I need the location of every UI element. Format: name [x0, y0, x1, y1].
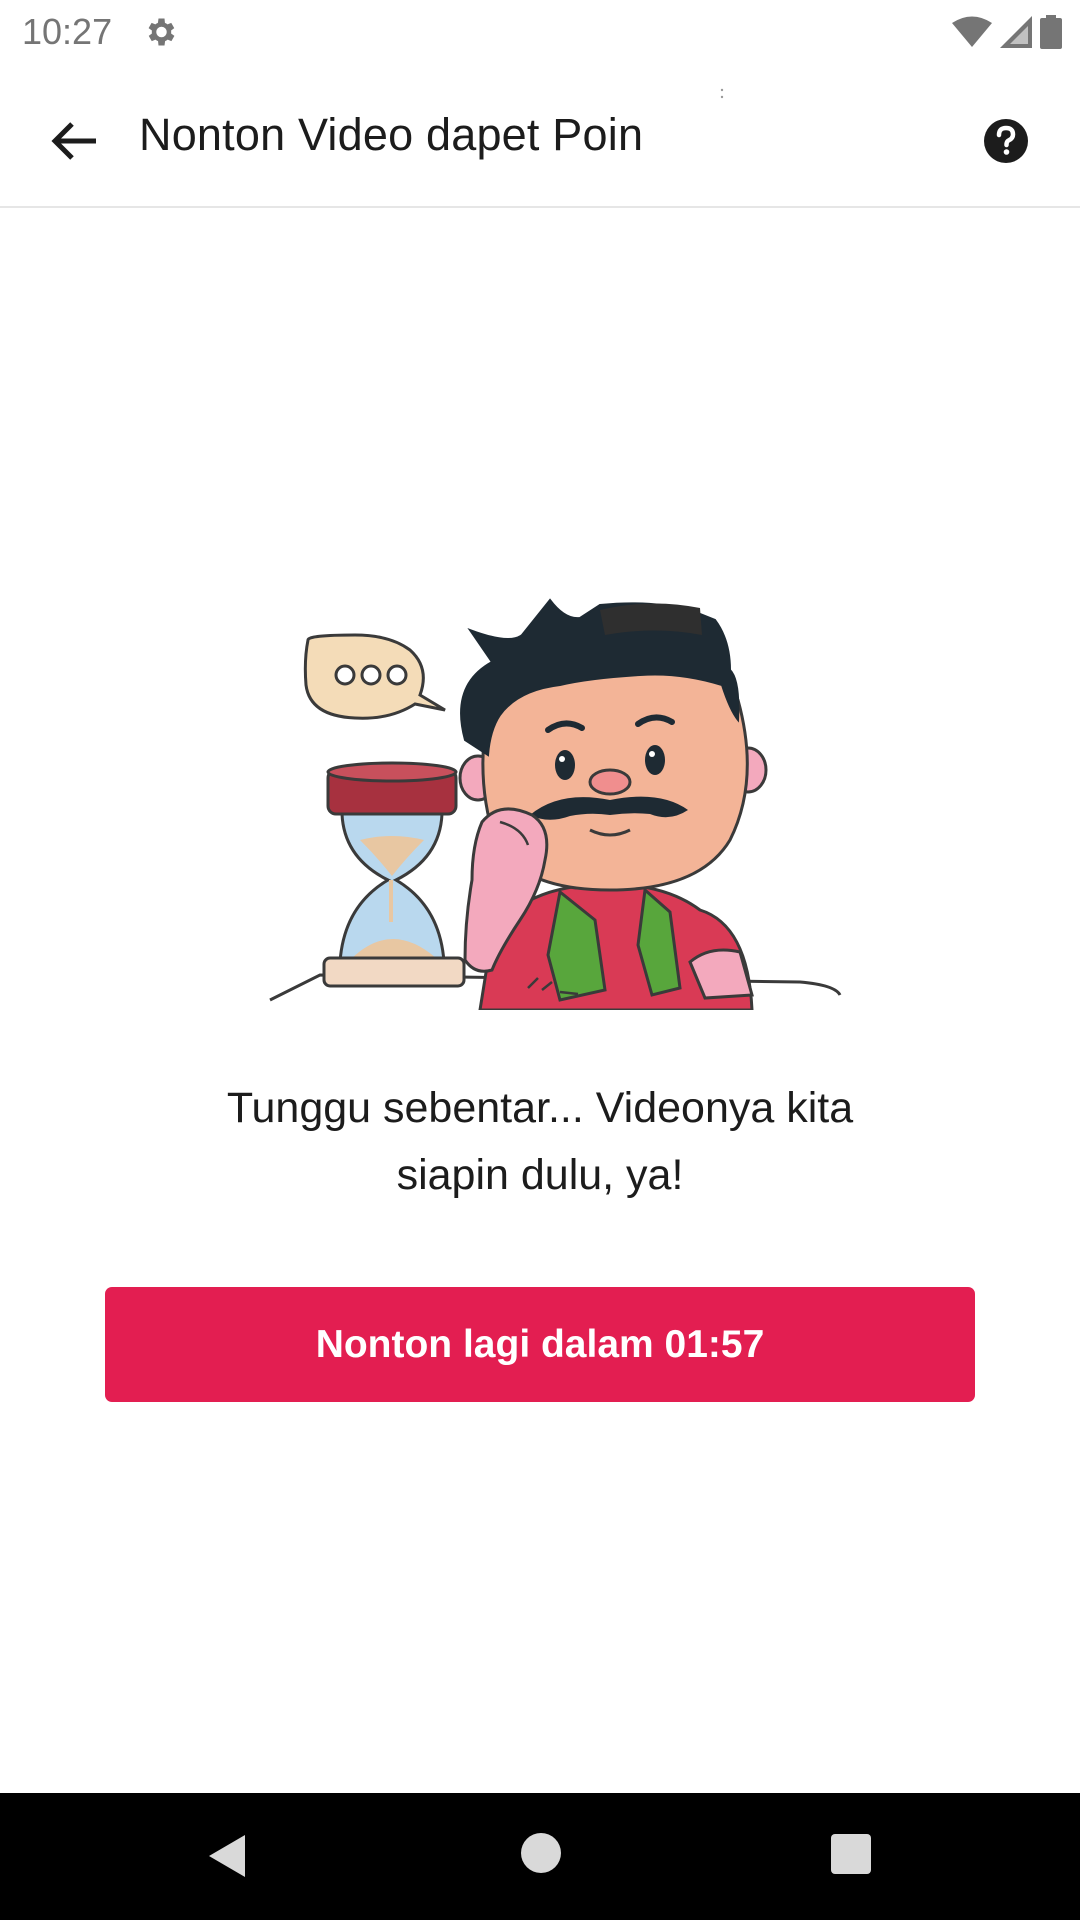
overflow-dots-mark: [720, 88, 724, 99]
back-button[interactable]: [36, 103, 112, 179]
character-figure: [458, 598, 768, 1010]
cellular-signal-icon: [1000, 16, 1032, 48]
arrow-left-icon: [51, 122, 96, 160]
help-circle-icon: [984, 119, 1028, 163]
nav-recents-icon[interactable]: [831, 1834, 871, 1874]
speech-bubble-icon: [303, 633, 446, 720]
waiting-message-line-2: siapin dulu, ya!: [396, 1151, 684, 1199]
nav-home-icon[interactable]: [521, 1833, 561, 1873]
system-nav-bar: [0, 1793, 1080, 1920]
battery-icon: [1040, 15, 1062, 49]
help-button[interactable]: [968, 103, 1044, 179]
waiting-message: Tunggu sebentar... Videonya kita siapin …: [140, 1075, 940, 1209]
page-title: Nonton Video dapet Poin: [139, 109, 644, 160]
status-bar: 10:27: [0, 0, 1080, 63]
wifi-icon: [952, 16, 992, 47]
app-bar: Nonton Video dapet Poin: [0, 63, 1080, 208]
nav-back-icon[interactable]: [205, 1833, 251, 1879]
hourglass-icon: [322, 761, 466, 988]
waiting-character-illustration: [269, 598, 842, 1010]
watch-again-countdown-button[interactable]: Nonton lagi dalam 01:57: [105, 1287, 975, 1402]
settings-gear-icon: [148, 18, 175, 46]
waiting-message-line-1: Tunggu sebentar... Videonya kita: [226, 1084, 854, 1132]
status-time: 10:27: [22, 11, 113, 52]
